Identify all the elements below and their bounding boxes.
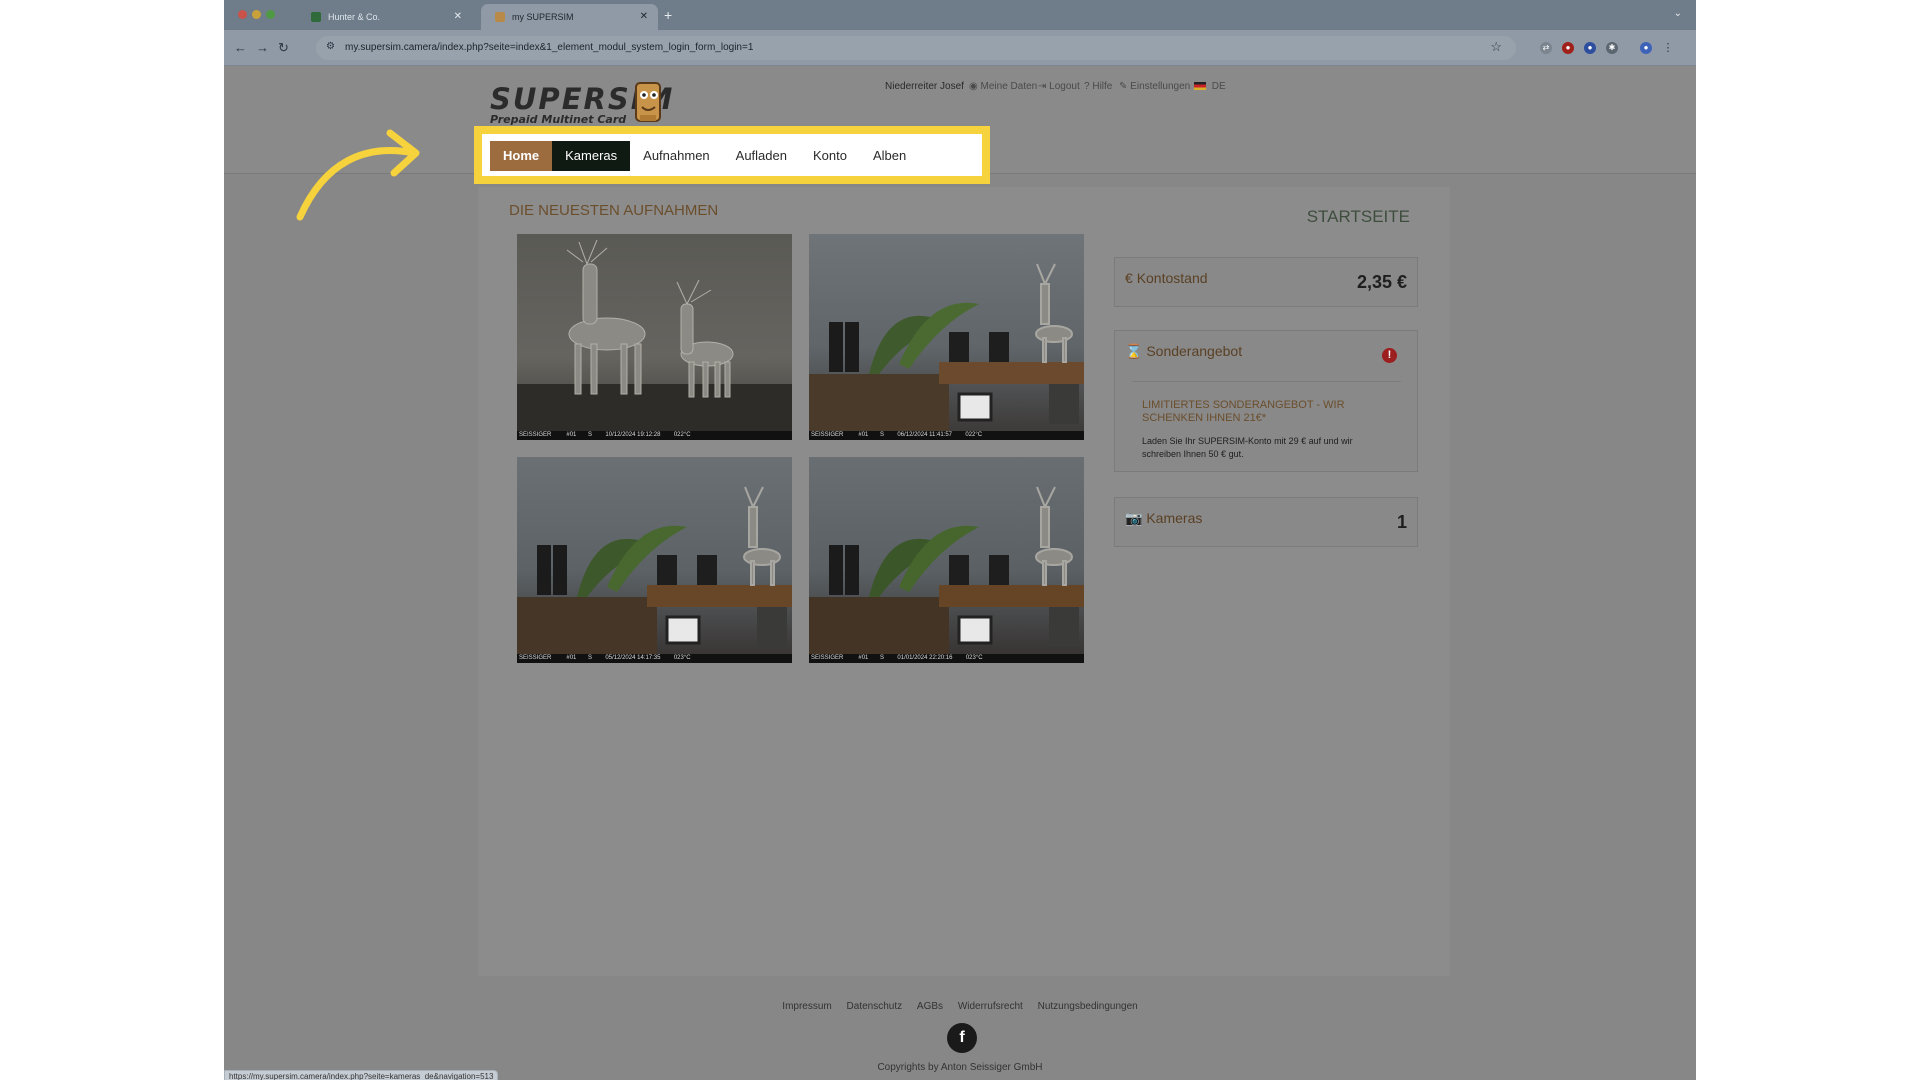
meine-daten-link[interactable]: ◉ Meine Daten	[969, 81, 1037, 92]
user-name: Niederreiter Josef	[885, 81, 964, 92]
tab-label: Hunter & Co.	[328, 12, 381, 22]
deer-figurine-image	[517, 239, 792, 431]
shelf-scene-image	[809, 263, 1084, 431]
minimize-window-button[interactable]	[252, 10, 261, 19]
more-menu-icon[interactable]: ⋮	[1662, 42, 1674, 54]
menu-item-alben[interactable]: Alben	[860, 141, 919, 171]
shelf-scene-image	[809, 486, 1084, 654]
reload-icon[interactable]: ↻	[278, 40, 289, 56]
footer-link-impressum[interactable]: Impressum	[782, 1001, 831, 1012]
extension-red-icon[interactable]: ●	[1562, 42, 1574, 54]
offer-divider	[1132, 381, 1401, 382]
wrench-icon: ✎	[1119, 81, 1128, 92]
german-flag-icon	[1194, 82, 1206, 91]
browser-window: Hunter & Co. ✕ my SUPERSIM ✕ + ⌄ ← → ↻ ⚙…	[224, 0, 1696, 1080]
close-tab-icon[interactable]: ✕	[454, 11, 462, 22]
site-header: SUPERSIM Prepaid Multinet Card Niederrei…	[224, 67, 1696, 221]
cameras-label: 📷 Kameras	[1125, 510, 1203, 526]
tab-strip: Hunter & Co. ✕ my SUPERSIM ✕ + ⌄	[224, 0, 1696, 30]
close-tab-icon[interactable]: ✕	[640, 11, 648, 22]
balance-value: 2,35 €	[1356, 272, 1407, 292]
offer-text: Laden Sie Ihr SUPERSIM-Konto mit 29 € au…	[1142, 436, 1353, 459]
address-bar[interactable]: ⚙ my.supersim.camera/index.php?seite=ind…	[316, 36, 1516, 60]
photo-info-4: SEISSIGER #01 S 01/01/2024 22:20:16 023°…	[809, 654, 1084, 663]
menu-item-konto[interactable]: Konto	[800, 141, 860, 171]
back-icon[interactable]: ←	[234, 40, 247, 55]
offer-label: ⌛ Sonderangebot	[1125, 343, 1243, 359]
status-bar-url: https://my.supersim.camera/index.php?sei…	[224, 1070, 499, 1080]
photo-thumbnail-4[interactable]: SEISSIGER #01 S 01/01/2024 22:20:16 023°…	[809, 457, 1084, 663]
hilfe-link[interactable]: ? Hilfe	[1084, 81, 1112, 92]
maximize-window-button[interactable]	[266, 10, 275, 19]
site-settings-icon[interactable]: ⚙	[326, 41, 335, 52]
main-content: DIE NEUESTEN AUFNAHMEN STARTSEITE SEISSI…	[478, 187, 1450, 976]
tab-hunter[interactable]: Hunter & Co. ✕	[297, 4, 472, 30]
logout-label: Logout	[1049, 81, 1080, 92]
einstellungen-label: Einstellungen	[1130, 81, 1191, 92]
annotation-arrow-icon	[296, 129, 420, 221]
shelf-scene-image	[517, 486, 792, 654]
photo-info-2: SEISSIGER #01 S 06/12/2024 11:41:57 022°…	[809, 431, 1084, 440]
balance-label: € Kontostand	[1125, 270, 1208, 286]
extensions-puzzle-icon[interactable]: ✱	[1606, 42, 1618, 54]
site-favicon-icon	[495, 12, 505, 22]
chevron-down-icon[interactable]: ⌄	[1674, 8, 1682, 19]
photo-thumbnail-3[interactable]: SEISSIGER #01 S 05/12/2024 14:17:35 023°…	[517, 457, 792, 663]
special-offer-card[interactable]: ⌛ Sonderangebot ! LIMITIERTES SONDERANGE…	[1114, 330, 1418, 472]
tab-label: my SUPERSIM	[512, 12, 574, 22]
section-title: DIE NEUESTEN AUFNAHMEN	[509, 202, 719, 219]
einstellungen-link[interactable]: ✎ Einstellungen	[1119, 81, 1190, 92]
web-page: SUPERSIM Prepaid Multinet Card Niederrei…	[224, 67, 1696, 1080]
hourglass-icon: ⌛	[1125, 343, 1143, 359]
photo-info-1: SEISSIGER #01 S 10/12/2024 19:12:28 022°…	[517, 431, 792, 440]
extension-blue-icon[interactable]: ●	[1584, 42, 1596, 54]
menu-item-aufnahmen[interactable]: Aufnahmen	[630, 141, 723, 171]
sim-mascot-icon	[635, 82, 661, 122]
logout-icon: ⇥	[1038, 81, 1047, 92]
tab-supersim[interactable]: my SUPERSIM ✕	[481, 4, 658, 30]
site-favicon-icon	[311, 12, 321, 22]
url-text: my.supersim.camera/index.php?seite=index…	[345, 42, 754, 53]
new-tab-icon[interactable]: +	[664, 7, 672, 23]
logout-link[interactable]: ⇥ Logout	[1038, 81, 1080, 92]
photo-thumbnail-1[interactable]: SEISSIGER #01 S 10/12/2024 19:12:28 022°…	[517, 234, 792, 440]
user-icon: ◉	[969, 81, 978, 92]
menu-item-home[interactable]: Home	[490, 141, 553, 171]
close-window-button[interactable]	[238, 10, 247, 19]
meine-daten-label: Meine Daten	[980, 81, 1038, 92]
language-label: DE	[1211, 81, 1226, 92]
menu-item-aufladen[interactable]: Aufladen	[723, 141, 800, 171]
camera-icon: 📷	[1125, 510, 1143, 526]
help-icon: ?	[1084, 81, 1090, 92]
footer-link-nutzungsbedingungen[interactable]: Nutzungsbedingungen	[1038, 1001, 1138, 1012]
main-menu-highlight: Home Kameras Aufnahmen Aufladen Konto Al…	[474, 126, 990, 184]
balance-card[interactable]: € Kontostand 2,35 €	[1114, 257, 1418, 307]
profile-avatar[interactable]: ●	[1640, 42, 1652, 54]
cameras-value: 1	[1396, 512, 1407, 532]
euro-icon: €	[1125, 270, 1133, 286]
facebook-icon[interactable]: f	[947, 1023, 977, 1053]
photo-info-3: SEISSIGER #01 S 05/12/2024 14:17:35 023°…	[517, 654, 792, 663]
browser-toolbar: ← → ↻ ⚙ my.supersim.camera/index.php?sei…	[224, 30, 1696, 66]
page-title: STARTSEITE	[1306, 207, 1410, 226]
alert-icon: !	[1382, 348, 1397, 363]
footer-link-agbs[interactable]: AGBs	[917, 1001, 943, 1012]
offer-title[interactable]: LIMITIERTES SONDERANGEBOT - WIR SCHENKEN…	[1142, 399, 1372, 425]
cameras-card[interactable]: 📷 Kameras 1	[1114, 497, 1418, 547]
forward-icon[interactable]: →	[256, 40, 269, 55]
footer-link-datenschutz[interactable]: Datenschutz	[847, 1001, 903, 1012]
translate-icon[interactable]: ⇄	[1540, 42, 1552, 54]
footer-link-widerrufsrecht[interactable]: Widerrufsrecht	[958, 1001, 1023, 1012]
hilfe-label: Hilfe	[1092, 81, 1113, 92]
menu-item-kameras[interactable]: Kameras	[552, 141, 631, 171]
language-selector[interactable]: DE	[1194, 81, 1226, 92]
bookmark-star-icon[interactable]: ☆	[1490, 39, 1502, 55]
photo-thumbnail-2[interactable]: SEISSIGER #01 S 06/12/2024 11:41:57 022°…	[809, 234, 1084, 440]
main-menu: Home Kameras Aufnahmen Aufladen Konto Al…	[490, 141, 919, 171]
footer-links: Impressum Datenschutz AGBs Widerrufsrech…	[224, 1001, 1696, 1012]
